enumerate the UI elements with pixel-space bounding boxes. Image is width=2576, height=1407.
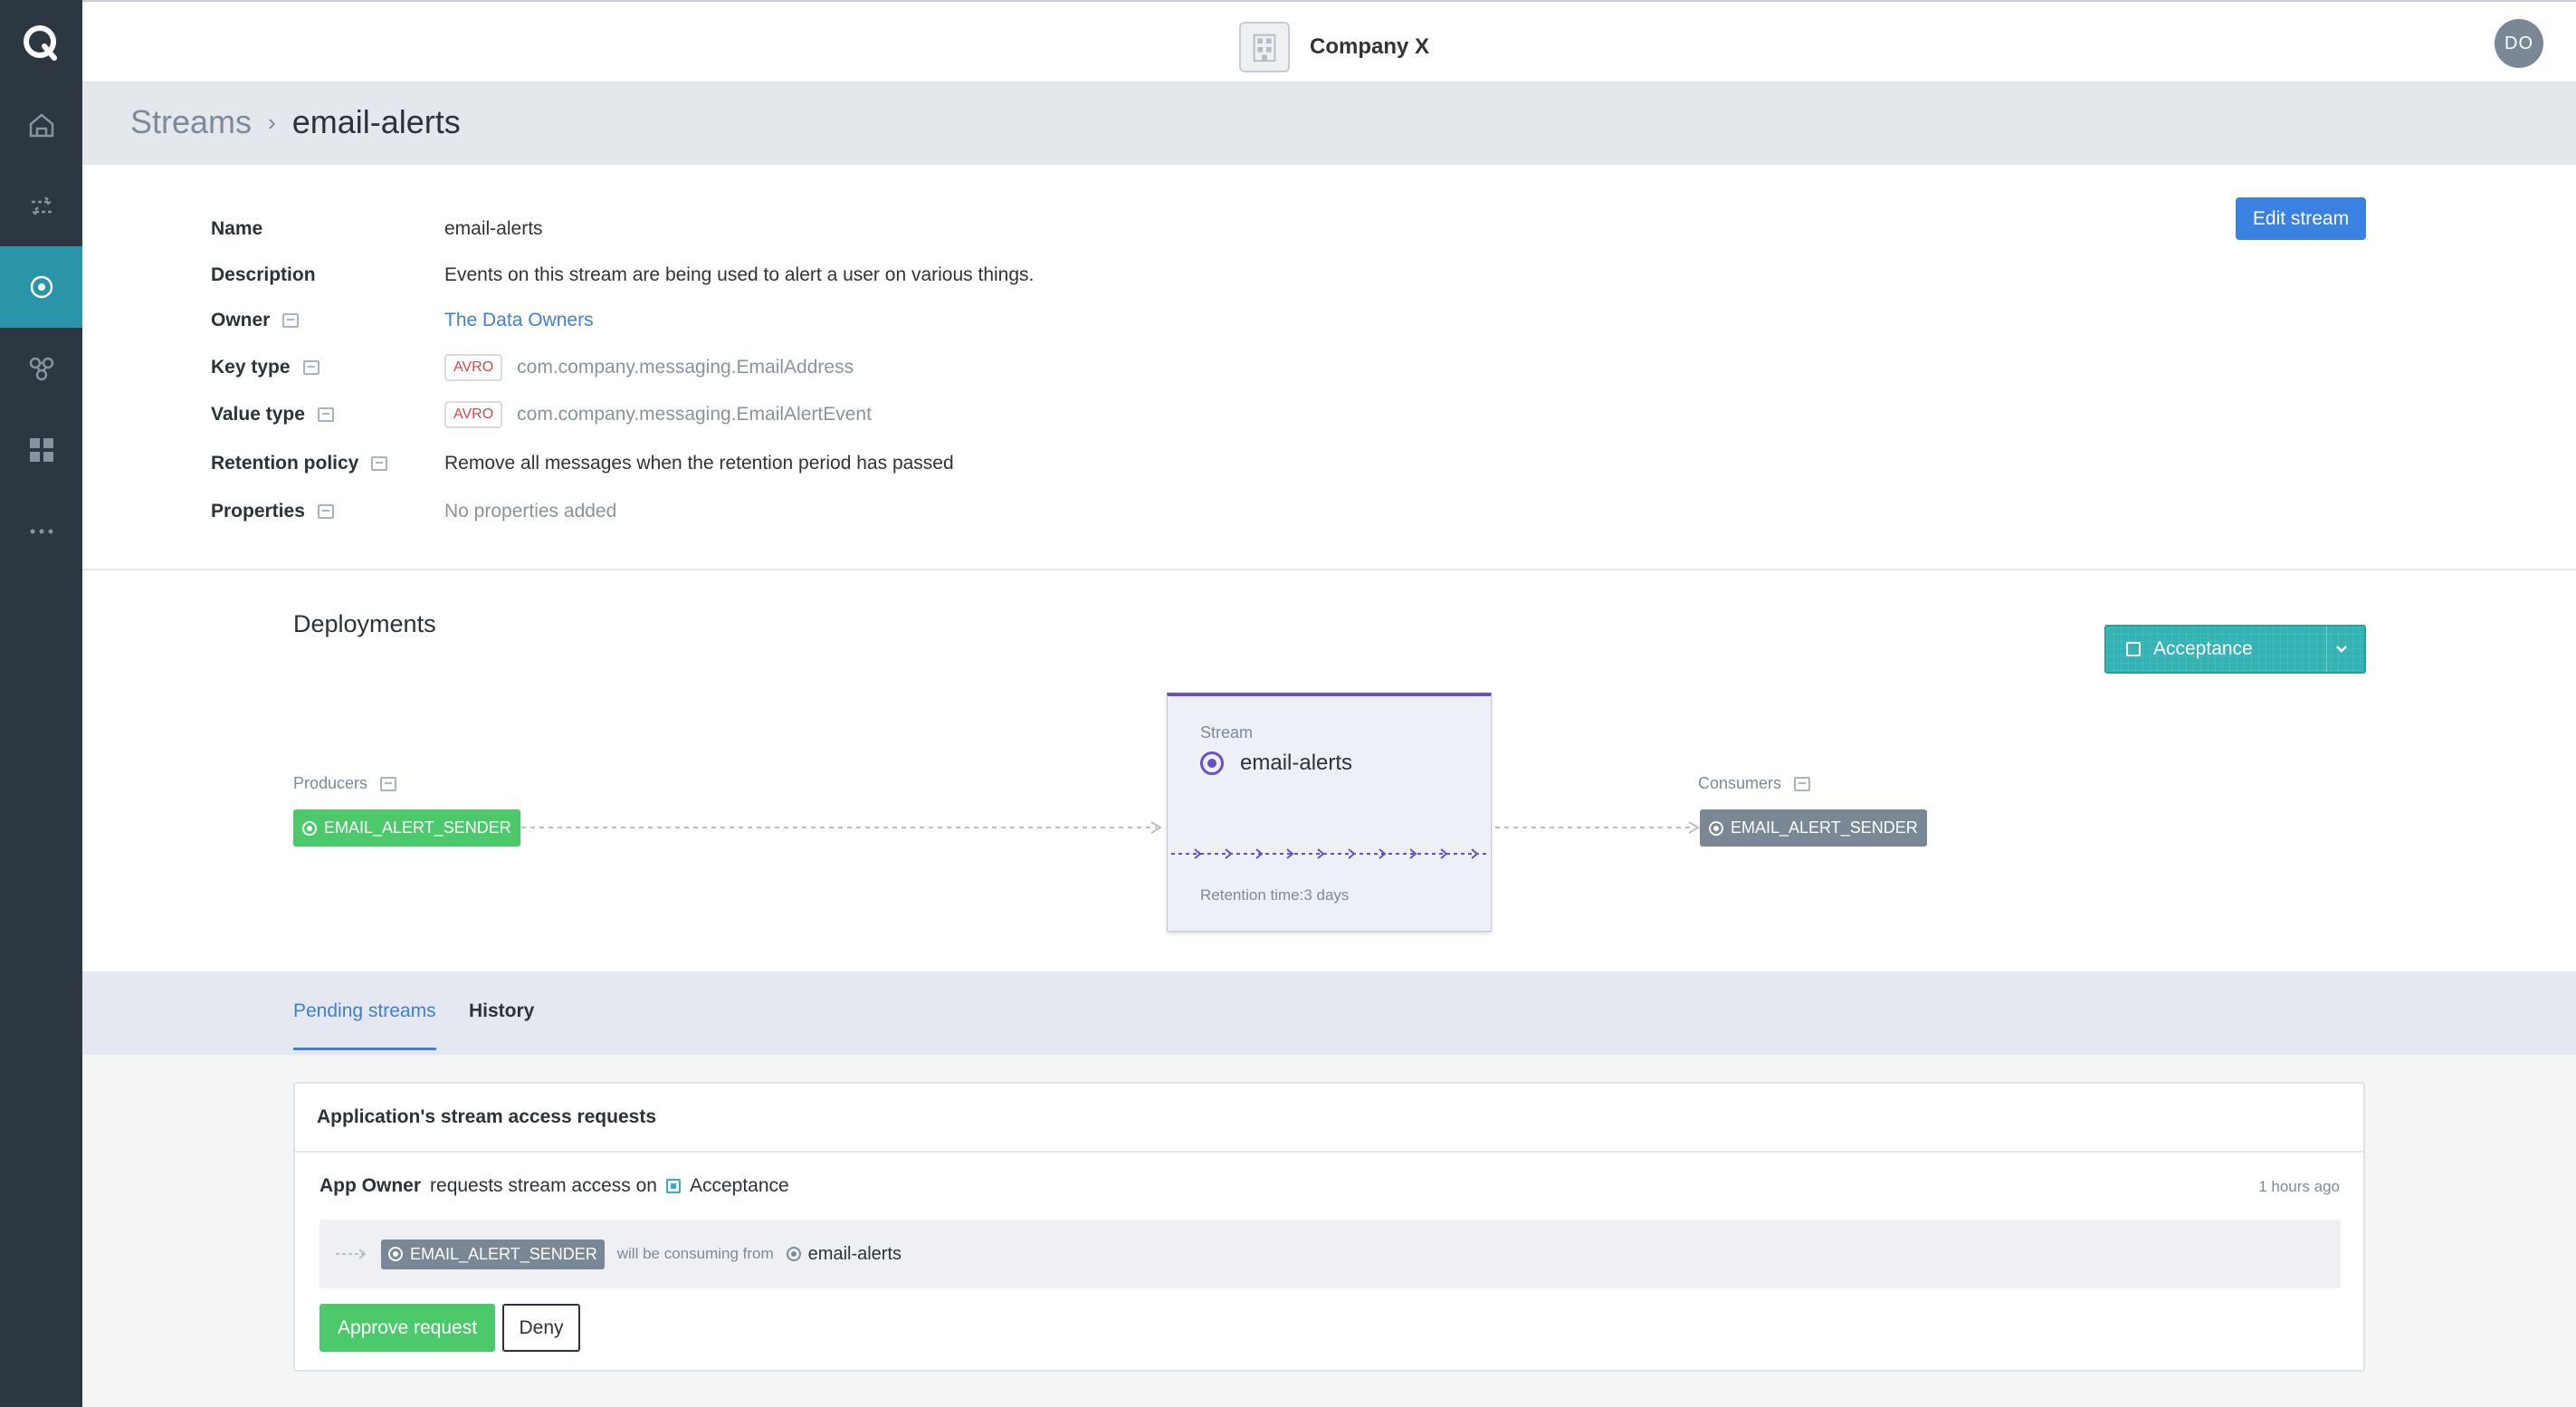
tab-pending-streams[interactable]: Pending streams [293,1000,436,1050]
request-relation: will be consuming from [616,1245,774,1262]
consumer-app-pill[interactable]: EMAIL_ALERT_SENDER [1700,809,1927,847]
producer-app-pill[interactable]: EMAIL_ALERT_SENDER [293,809,520,847]
stream-card-name: email-alerts [1240,751,1353,775]
tabs-bar: Pending streams History [82,972,2576,1055]
stream-card[interactable]: Stream email-alerts Retention time:3 day… [1167,693,1492,932]
request-detail: EMAIL_ALERT_SENDER will be consuming fro… [320,1220,2341,1288]
info-icon[interactable] [380,776,397,791]
stream-icon [1200,751,1224,775]
request-action-text: requests stream access on [430,1175,657,1196]
request-time: 1 hours ago [2258,1178,2340,1195]
deny-button[interactable]: Deny [502,1304,580,1352]
dashed-arrow-icon [336,1249,367,1259]
consumers-label: Consumers [1698,774,1811,793]
request-environment: Acceptance [689,1175,789,1196]
app-icon [388,1247,403,1261]
stream-icon [786,1247,801,1261]
producer-app-name: EMAIL_ALERT_SENDER [324,818,511,837]
info-icon[interactable] [1794,776,1811,791]
stream-flow-arrows [1171,848,1489,859]
environment-icon [665,1179,681,1193]
stream-retention: Retention time:3 days [1200,886,1350,904]
panel-title: Application's stream access requests [295,1084,2363,1153]
app-icon [302,820,317,836]
producers-label: Producers [293,774,397,793]
requester-name: App Owner [320,1175,422,1196]
tab-history[interactable]: History [469,1000,534,1022]
access-requests-panel: Application's stream access requests App… [293,1082,2365,1372]
request-summary: App Owner requests stream access on Acce… [320,1175,789,1197]
approve-request-button[interactable]: Approve request [320,1304,495,1352]
requesting-app-name: EMAIL_ALERT_SENDER [410,1244,597,1263]
stream-kind-label: Stream [1200,723,1254,742]
consumer-app-name: EMAIL_ALERT_SENDER [1731,818,1918,837]
producers-label-text: Producers [293,774,368,792]
consumers-label-text: Consumers [1698,774,1782,792]
requested-stream-name: email-alerts [807,1243,902,1264]
app-icon [1709,820,1723,836]
requesting-app-pill[interactable]: EMAIL_ALERT_SENDER [381,1239,605,1269]
